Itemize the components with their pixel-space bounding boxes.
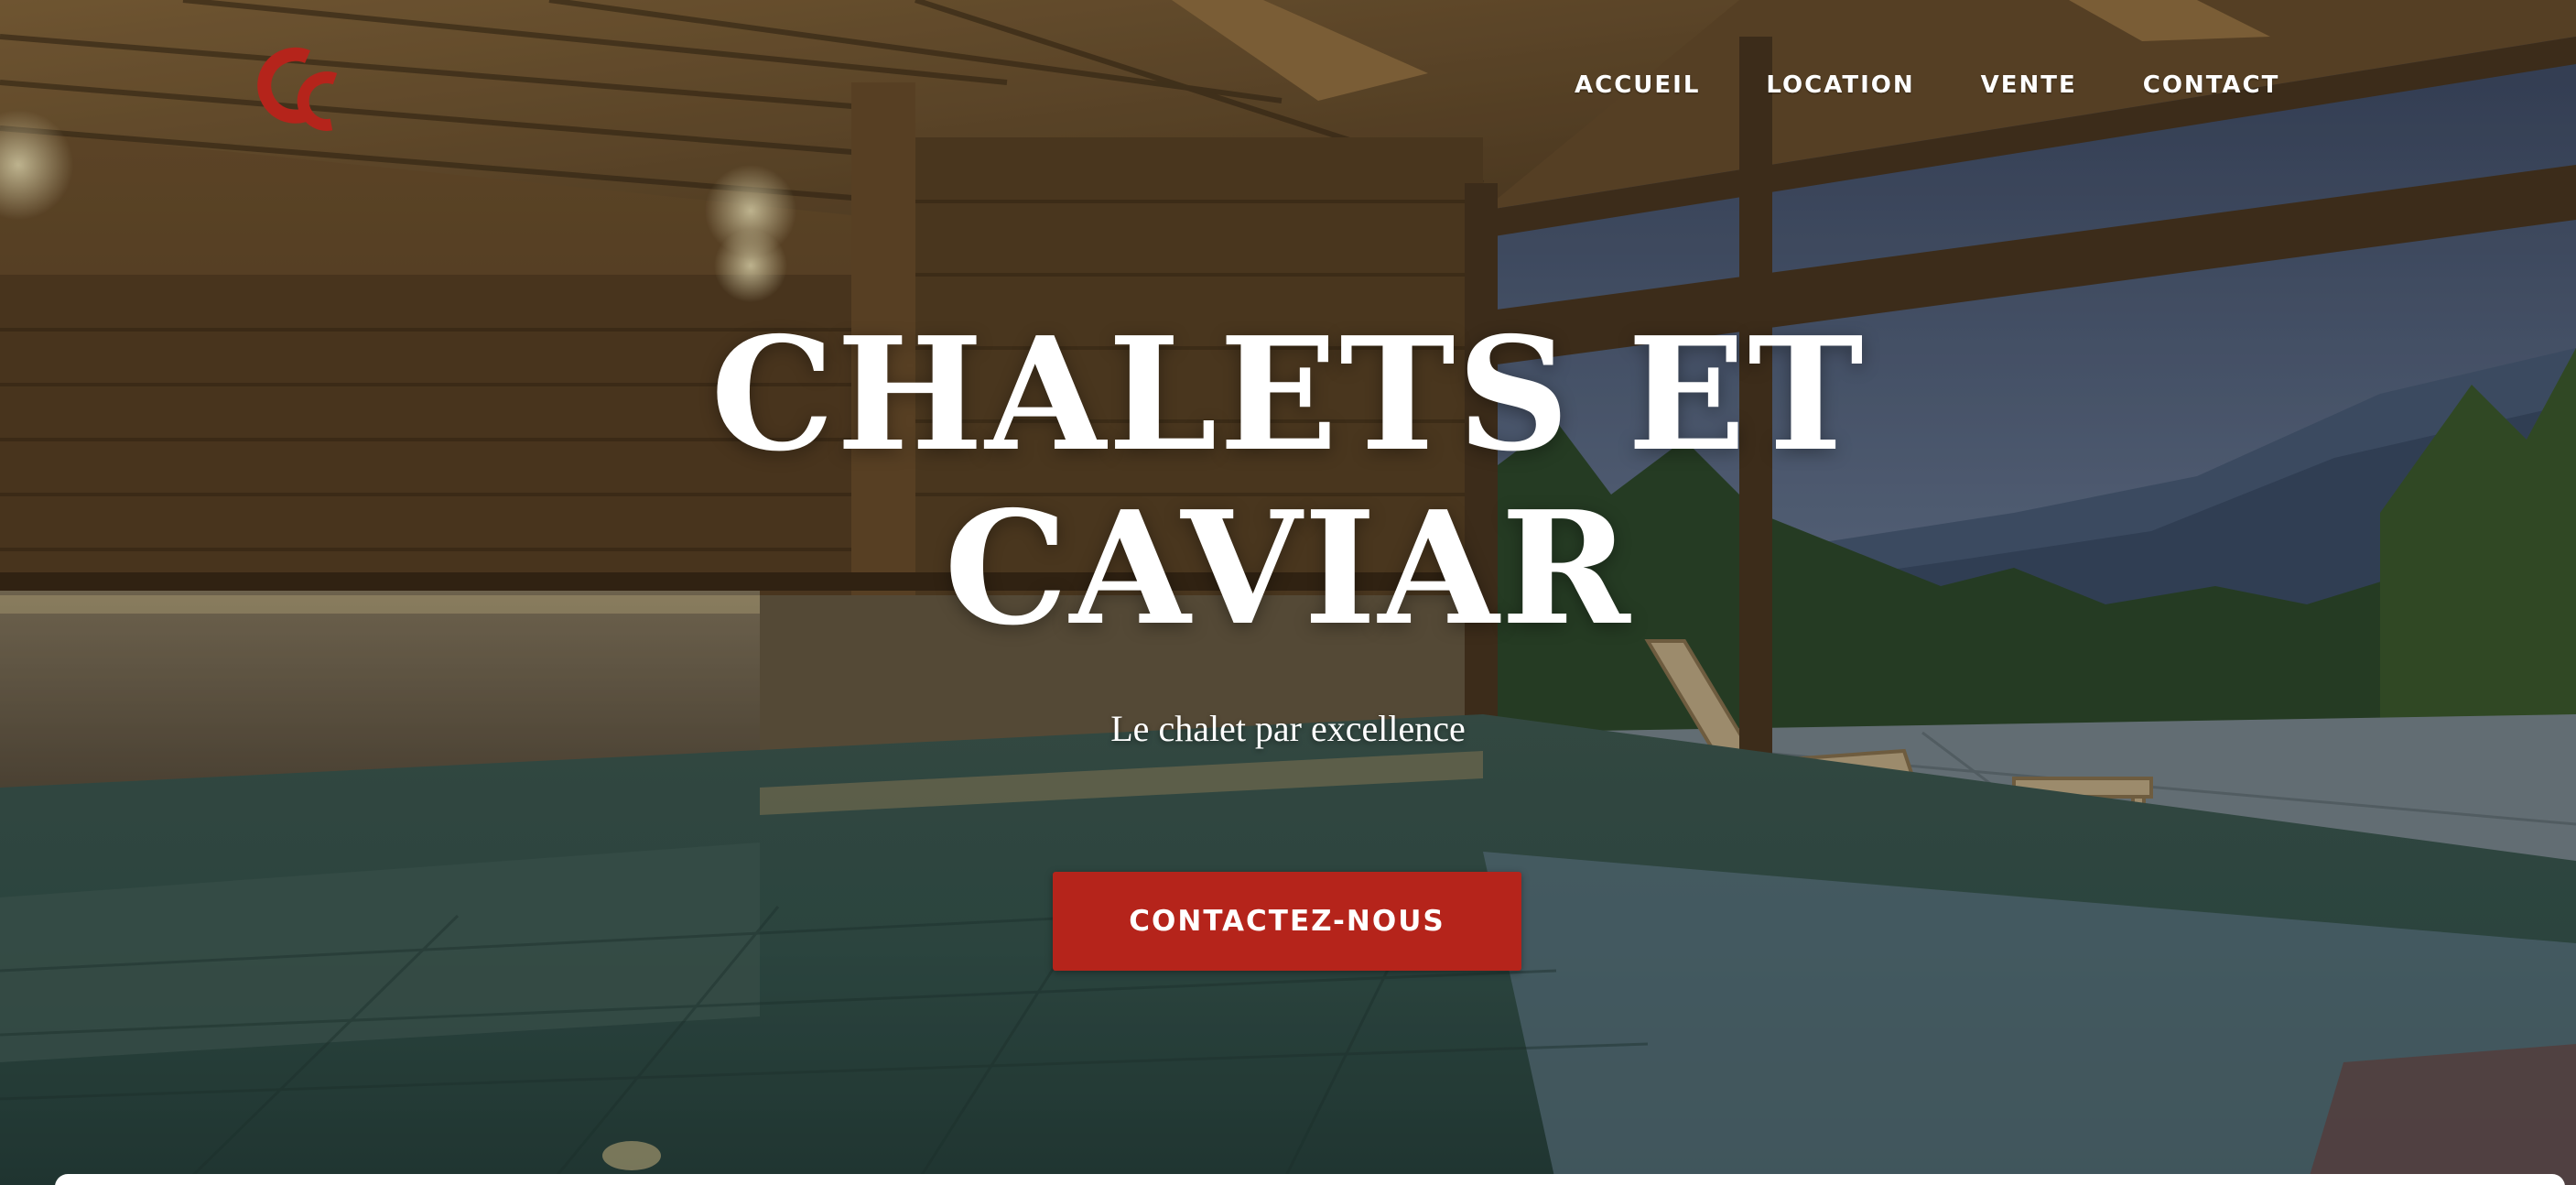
hero-title: CHALETS ET CAVIAR [0, 308, 2576, 656]
main-nav: ACCUEIL LOCATION VENTE CONTACT [1575, 71, 2279, 99]
nav-item-contact[interactable]: CONTACT [2143, 71, 2280, 99]
nav-item-vente[interactable]: VENTE [1981, 71, 2077, 99]
contact-us-button[interactable]: CONTACTEZ-NOUS [1053, 872, 1521, 971]
nav-item-location[interactable]: LOCATION [1766, 71, 1914, 99]
hero-title-line-2: CAVIAR [944, 477, 1632, 660]
content-panel-edge [55, 1174, 2565, 1185]
nav-item-accueil[interactable]: ACCUEIL [1575, 71, 1700, 99]
hero-title-line-1: CHALETS ET [710, 303, 1866, 486]
hero-subtitle: Le chalet par excellence [1110, 708, 1466, 749]
cc-monogram-logo[interactable] [247, 40, 342, 139]
hero-section: ACCUEIL LOCATION VENTE CONTACT CHALETS E… [0, 0, 2576, 1185]
